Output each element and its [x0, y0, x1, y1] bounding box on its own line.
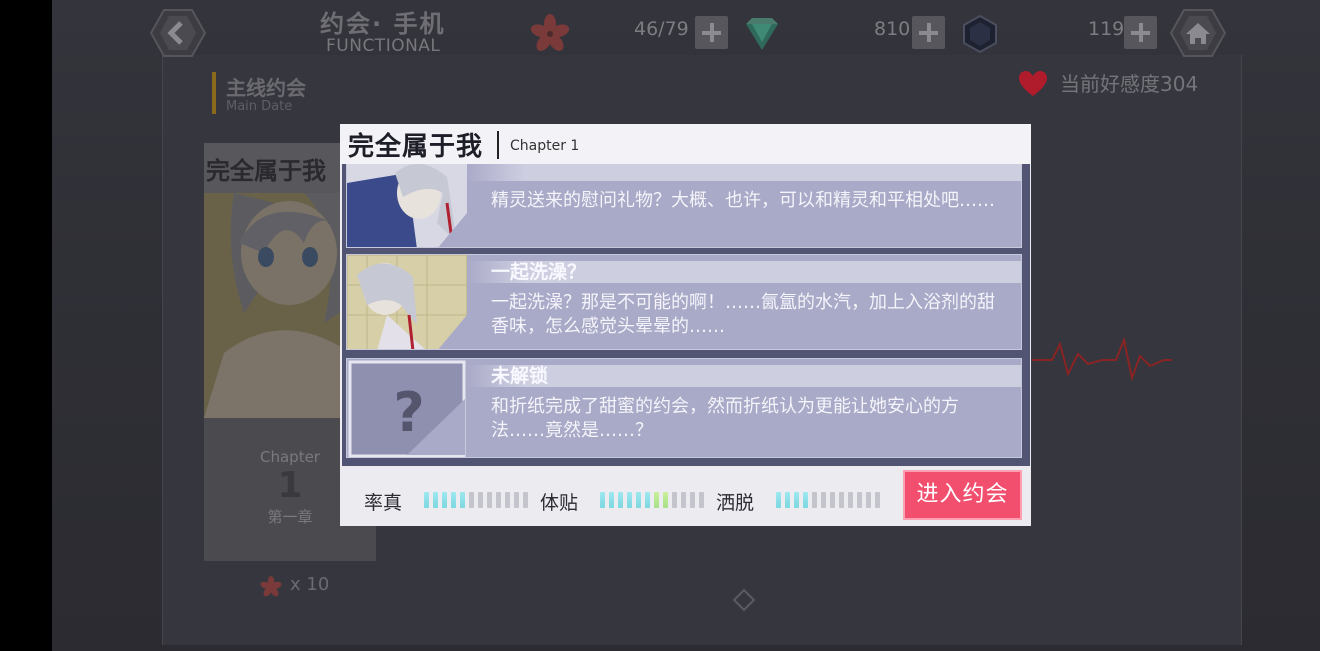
stat-meter-segment: [496, 492, 501, 508]
episode-thumbnail: [347, 164, 467, 247]
episode-description: 精灵送来的慰问礼物？大概、也许，可以和精灵和平相处吧……: [491, 190, 995, 211]
stat-meter-segment: [505, 492, 510, 508]
stat-meter-segment: [785, 492, 790, 508]
stat-meter-segment: [803, 492, 808, 508]
heart-icon: [1019, 71, 1047, 96]
stat-meter-segment: [830, 492, 835, 508]
stat-meter-segment: [424, 492, 429, 508]
stat-meter-segment: [609, 492, 614, 508]
dark-crystal-count: 119: [1088, 18, 1125, 40]
episode-thumbnail: [347, 255, 467, 349]
stat-meter-segment: [469, 492, 474, 508]
stat-meter-segment: [514, 492, 519, 508]
sakura-icon: [530, 14, 570, 51]
stat-meter-segment: [663, 492, 668, 508]
stat-meter-segment: [699, 492, 704, 508]
section-subtitle: Main Date: [226, 99, 293, 114]
list-item-locked[interactable]: ? 未解锁 和折纸完成了甜蜜的约会，然而折纸认为更能让她安心的方法……竟然是………: [346, 358, 1022, 458]
stat-meter-segment: [451, 492, 456, 508]
card-cost: x 10: [290, 574, 330, 595]
dialog-footer: 率真 体贴 洒脱 进入约会: [340, 466, 1031, 526]
episode-title: 未解锁: [465, 365, 1021, 387]
section-title: 主线约会: [226, 76, 306, 100]
stat-meter-segment: [857, 492, 862, 508]
stat-label-candid: 率真: [364, 492, 403, 514]
stat-meter-free: [776, 492, 880, 508]
top-bar: 约会· 手机 FUNCTIONAL 46/79 810 119: [52, 0, 1320, 62]
stat-meter-segment: [875, 492, 880, 508]
date-episode-list[interactable]: 精灵送来的慰问礼物？大概、也许，可以和精灵和平相处吧…… 一起洗澡？ 一起洗澡？…: [342, 164, 1030, 466]
crystal-count: 810: [874, 18, 911, 40]
stat-meter-segment: [460, 492, 465, 508]
stat-meter-segment: [618, 492, 623, 508]
locked-thumbnail: ?: [347, 359, 467, 457]
stat-meter-segment: [442, 492, 447, 508]
stat-meter-candid: [424, 492, 528, 508]
stat-meter-segment: [487, 492, 492, 508]
episode-description: 和折纸完成了甜蜜的约会，然而折纸认为更能让她安心的方法……竟然是……？: [491, 396, 959, 441]
episode-title: [465, 164, 1021, 181]
add-sakura-button[interactable]: [695, 16, 728, 49]
stat-meter-caring: [600, 492, 704, 508]
stat-meter-segment: [866, 492, 871, 508]
dark-crystal-icon: [963, 14, 997, 54]
stat-meter-segment: [794, 492, 799, 508]
stat-label-free: 洒脱: [716, 492, 755, 514]
stat-meter-segment: [812, 492, 817, 508]
stat-meter-segment: [478, 492, 483, 508]
game-screen: 约会· 手机 FUNCTIONAL 46/79 810 119 主线约会 Mai…: [52, 0, 1320, 651]
stat-meter-segment: [681, 492, 686, 508]
back-button[interactable]: [149, 8, 207, 58]
home-button[interactable]: [1169, 8, 1227, 58]
add-dark-crystal-button[interactable]: [1124, 16, 1157, 49]
screen-subtitle: FUNCTIONAL: [326, 36, 441, 56]
stat-meter-segment: [821, 492, 826, 508]
question-mark-icon: ?: [348, 360, 466, 457]
stat-meter-segment: [523, 492, 528, 508]
stat-meter-segment: [627, 492, 632, 508]
add-crystal-button[interactable]: [912, 16, 945, 49]
stat-label-caring: 体贴: [540, 492, 579, 514]
sakura-count: 46/79: [634, 18, 689, 40]
chapter-detail-dialog: 完全属于我 Chapter 1 精灵送来的慰问礼物？大概、也许，可以和精灵和平相…: [340, 124, 1031, 526]
sakura-cost-icon: [260, 576, 282, 597]
stat-meter-segment: [848, 492, 853, 508]
title-divider: [497, 131, 499, 159]
dialog-header: 完全属于我 Chapter 1: [340, 124, 1031, 164]
stat-meter-segment: [433, 492, 438, 508]
dialog-title: 完全属于我: [348, 132, 484, 162]
stat-meter-segment: [645, 492, 650, 508]
back-arrow-icon: [149, 9, 207, 57]
stat-meter-segment: [672, 492, 677, 508]
dialog-chapter: Chapter 1: [510, 138, 580, 154]
stat-meter-segment: [690, 492, 695, 508]
episode-thumbnail-image: [347, 164, 467, 247]
enter-date-button[interactable]: 进入约会: [903, 470, 1022, 520]
list-item[interactable]: 一起洗澡？ 一起洗澡？那是不可能的啊！……氤氲的水汽，加上入浴剂的甜香味，怎么感…: [346, 254, 1022, 350]
affinity-label: 当前好感度304: [1060, 72, 1199, 96]
screen-title: 约会· 手机: [320, 10, 446, 38]
episode-description: 一起洗澡？那是不可能的啊！……氤氲的水汽，加上入浴剂的甜香味，怎么感觉头晕晕的……: [491, 292, 995, 337]
heartbeat-line-icon: [1032, 336, 1172, 382]
stat-meter-segment: [776, 492, 781, 508]
stat-meter-segment: [839, 492, 844, 508]
episode-title: 一起洗澡？: [465, 261, 1021, 283]
green-crystal-icon: [746, 18, 778, 50]
home-icon: [1169, 9, 1227, 57]
main-date-header: 主线约会 Main Date: [212, 72, 306, 114]
stat-meter-segment: [600, 492, 605, 508]
list-item[interactable]: 精灵送来的慰问礼物？大概、也许，可以和精灵和平相处吧……: [346, 164, 1022, 248]
episode-thumbnail-image: [347, 255, 467, 349]
stat-meter-segment: [654, 492, 659, 508]
stat-meter-segment: [636, 492, 641, 508]
svg-text:?: ?: [393, 381, 424, 444]
